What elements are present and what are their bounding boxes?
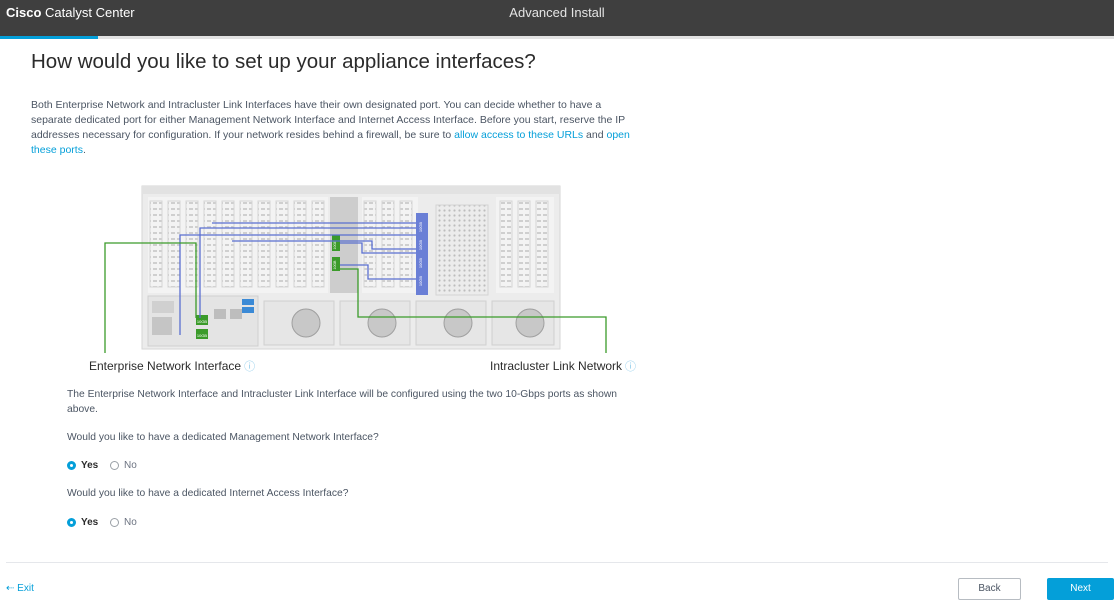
management-interface-radio-group: Yes No [67,460,146,473]
port-label: 10GB [418,276,423,287]
management-no-radio[interactable]: No [110,460,137,471]
radio-selected-icon [67,461,76,470]
internet-yes-radio[interactable]: Yes [67,517,98,528]
progress-bar [0,36,1114,39]
radio-unselected-icon [110,518,120,527]
port-label: 10GB [333,260,337,270]
top-bar: Cisco Catalyst Center Advanced Install [0,0,1114,36]
appliance-rear-panel-diagram: 10GB 10GB 10GB 10GB 10GB 10GB 10GB 10GB [104,185,607,353]
enterprise-network-interface-label: Enterprise Network Interface ⓘ [89,358,255,374]
exit-button[interactable]: ⇠ Exit [6,583,34,594]
port-label: 10GB [418,240,423,251]
radio-label: Yes [81,517,99,528]
internet-no-radio[interactable]: No [110,517,137,528]
exit-icon: ⇠ [6,583,15,594]
next-button[interactable]: Next [1047,578,1114,600]
power-supplies [263,300,555,346]
radio-selected-icon [67,518,76,527]
radio-unselected-icon [110,461,120,470]
config-note: The Enterprise Network Interface and Int… [67,389,618,415]
page-title: How would you like to set up your applia… [31,50,536,73]
internet-access-radio-group: Yes No [67,517,146,530]
port-label: 10GB [418,258,423,269]
radio-label: No [124,460,137,471]
info-icon[interactable]: ⓘ [244,361,255,373]
intro-text-and: and [583,129,607,141]
port-label: 10GB [418,222,423,233]
port-label: 10GB [197,319,208,324]
intracluster-ports: 10GB 10GB 10GB 10GB [416,213,428,295]
intro-text-end: . [82,144,86,156]
enterprise-label-text: Enterprise Network Interface [89,359,242,373]
progress-bar-fill [0,36,99,39]
port-label: 10GB [197,333,208,338]
radio-label: Yes [81,460,99,471]
radio-label: No [124,517,137,528]
management-yes-radio[interactable]: Yes [67,460,98,471]
exit-label: Exit [17,583,34,594]
intro-text: Both Enterprise Network and Intracluster… [31,98,631,158]
footer-divider [6,562,1108,563]
management-interface-question: Would you like to have a dedicated Manag… [67,432,379,443]
allow-access-urls-link[interactable]: allow access to these URLs [454,129,583,141]
wizard-title: Advanced Install [509,5,605,20]
intracluster-label-text: Intracluster Link Network [490,359,623,373]
rear-io-panel: 10GB 10GB [147,295,259,347]
back-button[interactable]: Back [958,578,1021,600]
intracluster-link-network-label: Intracluster Link Network ⓘ [490,358,636,374]
internet-access-question: Would you like to have a dedicated Inter… [67,488,349,499]
info-icon[interactable]: ⓘ [625,361,636,373]
